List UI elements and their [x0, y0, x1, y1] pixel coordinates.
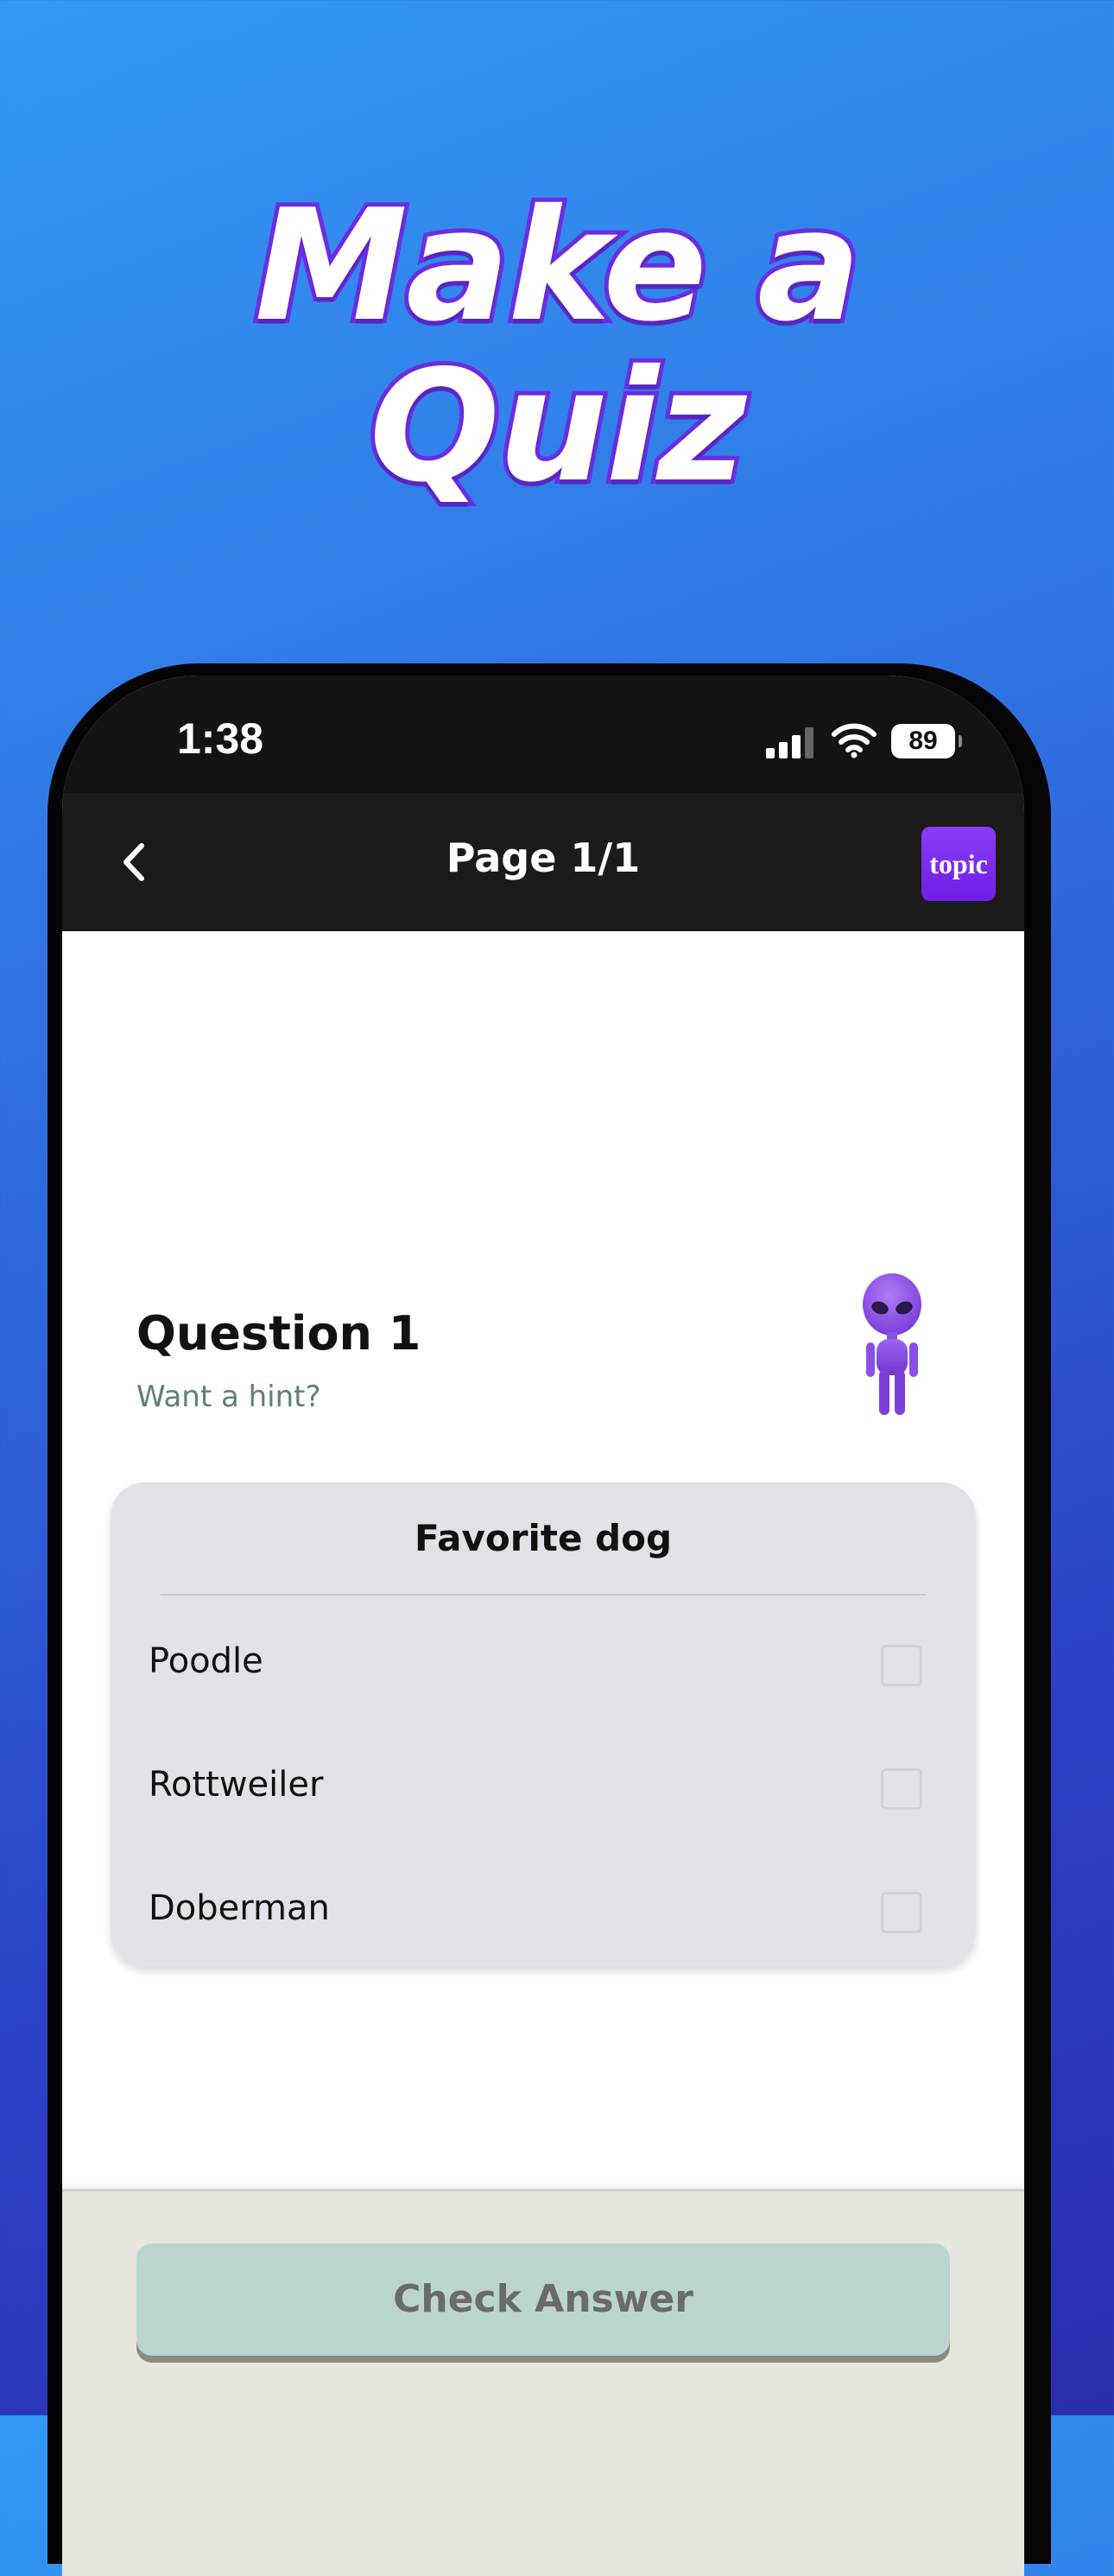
headline-line-1: Make a — [250, 176, 865, 355]
nav-bar: Page 1/1 topic — [62, 793, 1024, 931]
headline-line-2: Quiz — [365, 337, 751, 516]
answer-card: Favorite dog Poodle Rottweiler Doberman — [111, 1482, 976, 1966]
alien-icon — [863, 1273, 921, 1415]
hint-link[interactable]: Want a hint? — [136, 1380, 321, 1414]
phone-screen: 1:38 89 Page 1/1 topic Question 1 Want a… — [62, 676, 1024, 2576]
check-answer-button[interactable]: Check Answer — [136, 2243, 950, 2356]
phone-frame: 1:38 89 Page 1/1 topic Question 1 Want a… — [47, 663, 1051, 2576]
card-divider — [161, 1594, 926, 1596]
option-checkbox[interactable] — [881, 1892, 922, 1933]
status-bar: 1:38 89 — [62, 676, 1024, 793]
battery-icon: 89 — [891, 724, 962, 758]
option-checkbox[interactable] — [881, 1768, 922, 1810]
option-row-poodle[interactable]: Poodle — [111, 1614, 976, 1717]
status-time: 1:38 — [177, 714, 264, 763]
card-title: Favorite dog — [414, 1517, 673, 1559]
option-label: Poodle — [149, 1641, 263, 1681]
page-title: Page 1/1 — [446, 834, 641, 881]
topic-button[interactable]: topic — [921, 827, 996, 901]
option-label: Rottweiler — [149, 1765, 324, 1805]
option-row-rottweiler[interactable]: Rottweiler — [111, 1737, 976, 1841]
question-title: Question 1 — [136, 1306, 421, 1361]
headline: Make a Quiz — [0, 176, 1114, 516]
option-checkbox[interactable] — [881, 1645, 922, 1686]
wifi-icon — [832, 723, 877, 758]
option-label: Doberman — [149, 1888, 330, 1928]
signal-icon — [766, 727, 816, 758]
bottom-bar: Check Answer — [62, 2189, 1024, 2576]
option-row-doberman[interactable]: Doberman — [111, 1861, 976, 1964]
